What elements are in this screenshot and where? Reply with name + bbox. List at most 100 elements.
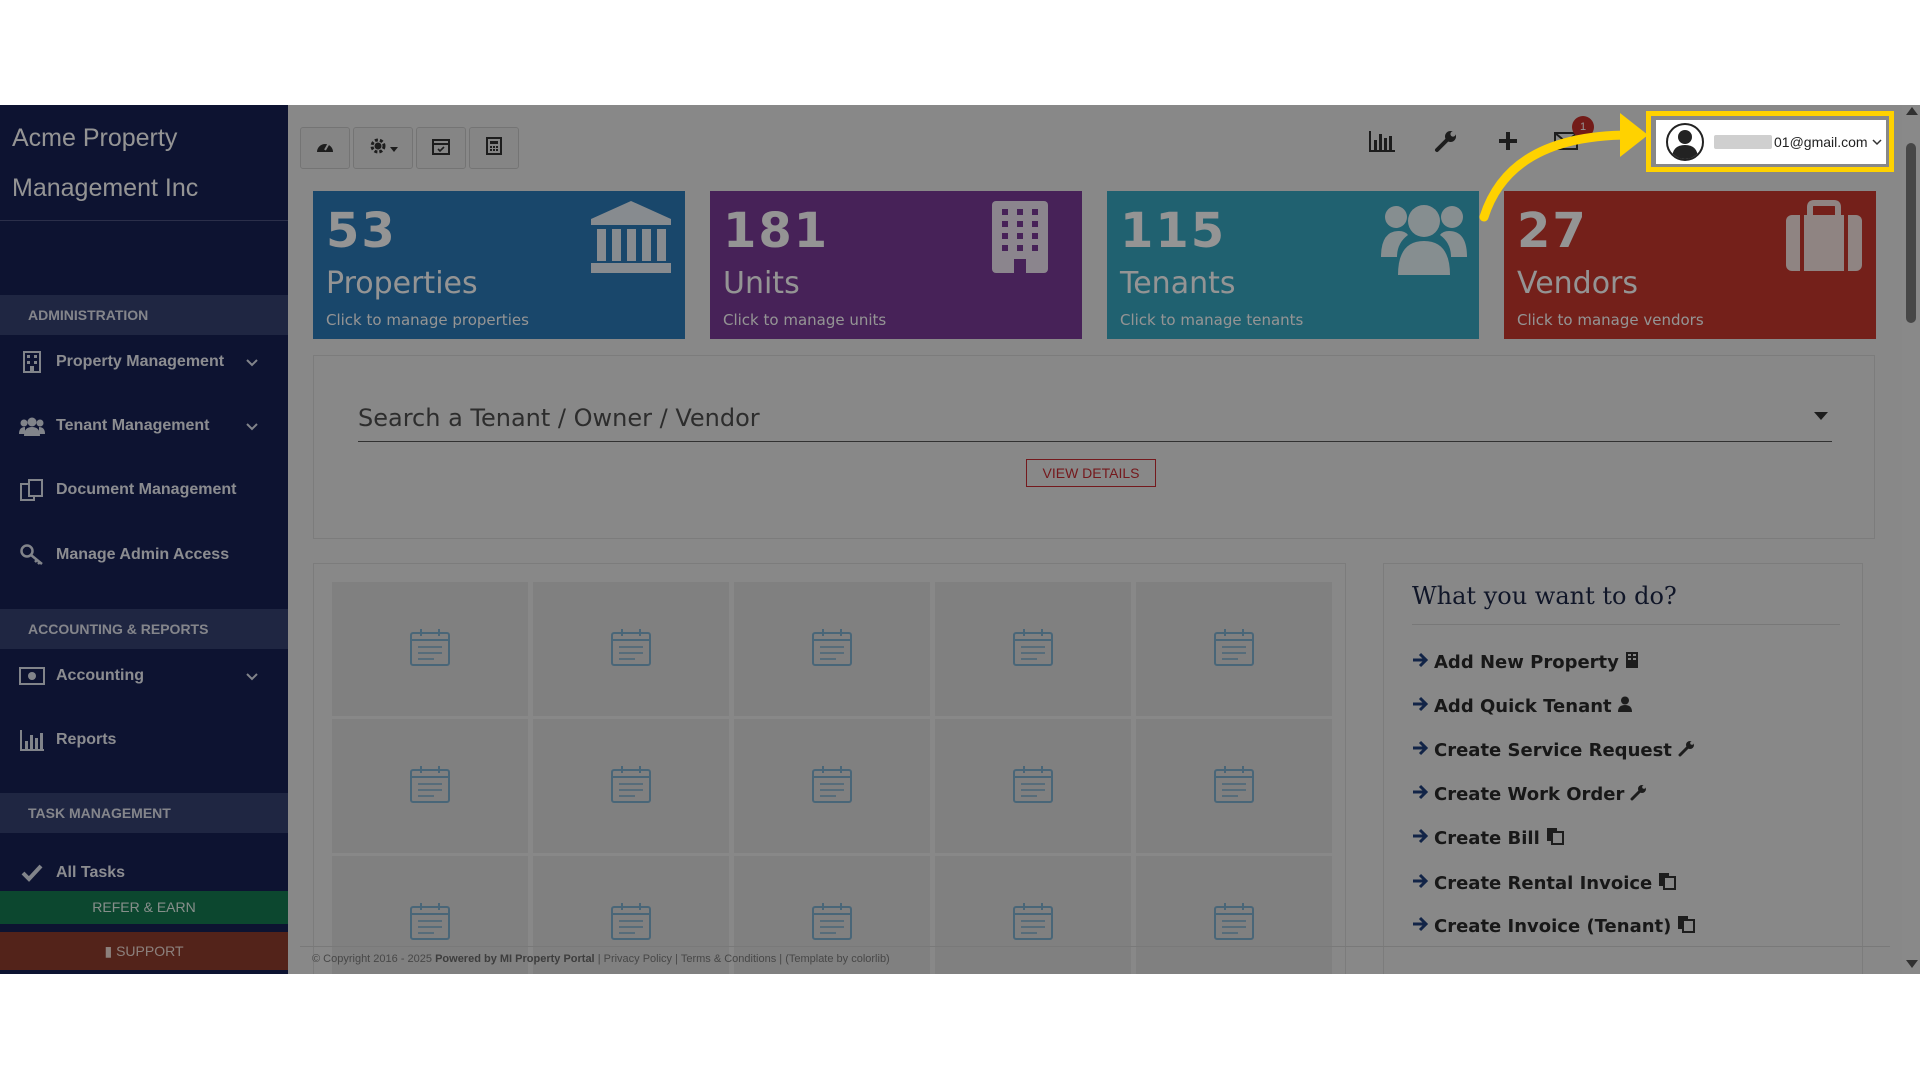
building-icon	[990, 199, 1050, 280]
scroll-thumb[interactable]	[1906, 143, 1916, 323]
check-icon	[18, 861, 46, 885]
calendar-cell[interactable]	[332, 582, 528, 716]
card-count: 115	[1120, 203, 1227, 259]
quick-action-label: Add Quick Tenant	[1434, 695, 1612, 717]
user-icon	[1617, 696, 1632, 717]
caret-down-icon	[389, 139, 398, 157]
calendar-cell[interactable]	[734, 582, 930, 716]
calendar-cell[interactable]	[935, 582, 1131, 716]
calendar-cell[interactable]	[1136, 719, 1332, 853]
calendar-icon	[1213, 764, 1255, 809]
avatar	[1666, 123, 1704, 161]
search-field[interactable]	[358, 396, 1832, 442]
quick-action-item[interactable]: Add Quick Tenant	[1412, 692, 1632, 720]
user-account-menu[interactable]: 01@gmail.com	[1656, 120, 1886, 164]
calendar-icon	[811, 901, 853, 946]
sidebar-item-label: Manage Admin Access	[56, 546, 230, 563]
sidebar-item-label: Reports	[56, 731, 117, 748]
card-count: 53	[326, 203, 397, 259]
sidebar-item-tenant-management[interactable]: Tenant Management	[0, 401, 288, 451]
card-label: Tenants	[1120, 266, 1236, 301]
calendar-icon	[610, 764, 652, 809]
calendar-icon	[409, 764, 451, 809]
sidebar-item-label: Property Management	[56, 353, 225, 370]
arrow-right-icon	[1412, 784, 1429, 805]
sidebar-item-manage-admin-access[interactable]: Manage Admin Access	[0, 530, 288, 580]
sidebar-item-property-management[interactable]: Property Management	[0, 337, 288, 387]
calculator-button[interactable]	[469, 127, 519, 169]
users-icon	[18, 414, 46, 438]
card-units[interactable]: 181 Units Click to manage units	[710, 191, 1082, 339]
brand-title[interactable]: Acme Property Management Inc	[0, 105, 288, 221]
calendar-grid-panel	[313, 563, 1346, 974]
bar-chart-icon	[1368, 130, 1396, 157]
quick-action-item[interactable]: Add New Property	[1412, 648, 1639, 676]
wrench-icon	[1630, 783, 1648, 806]
calendar-button[interactable]	[416, 127, 466, 169]
sidebar: Acme Property Management Inc ADMINISTRAT…	[0, 105, 288, 974]
key-icon	[18, 543, 46, 567]
card-label: Properties	[326, 266, 478, 301]
sidebar-item-accounting[interactable]: Accounting	[0, 651, 288, 701]
copy-icon	[1677, 915, 1696, 938]
sidebar-item-reports[interactable]: Reports	[0, 715, 288, 765]
arrow-right-icon	[1412, 828, 1429, 849]
quick-actions-title: What you want to do?	[1412, 582, 1677, 610]
search-panel: VIEW DETAILS	[313, 355, 1875, 539]
footer-powered[interactable]: Powered by MI Property Portal	[435, 953, 595, 965]
user-email: 01@gmail.com	[1774, 134, 1868, 150]
money-icon	[18, 664, 46, 688]
calendar-cell[interactable]	[734, 719, 930, 853]
calculator-icon	[486, 136, 502, 160]
dashboard-button[interactable]	[300, 127, 350, 169]
card-vendors[interactable]: 27 Vendors Click to manage vendors	[1504, 191, 1876, 339]
caret-down-icon[interactable]	[1814, 412, 1828, 420]
scroll-down-arrow[interactable]	[1906, 960, 1918, 968]
footer-template: (Template by colorlib)	[785, 953, 890, 965]
sidebar-item-document-management[interactable]: Document Management	[0, 465, 288, 515]
calendar-cell[interactable]	[533, 582, 729, 716]
redacted-username	[1714, 135, 1772, 149]
footer: © Copyright 2016 - 2025 Powered by MI Pr…	[300, 946, 1890, 974]
calendar-icon	[1213, 901, 1255, 946]
card-count: 27	[1517, 203, 1588, 259]
quick-action-item[interactable]: Create Bill	[1412, 824, 1564, 852]
quick-action-label: Create Service Request	[1434, 739, 1672, 761]
settings-dropdown-button[interactable]	[353, 127, 413, 169]
card-tenants[interactable]: 115 Tenants Click to manage tenants	[1107, 191, 1479, 339]
quick-action-item[interactable]: Create Rental Invoice	[1412, 869, 1677, 897]
tools-button[interactable]	[1426, 123, 1466, 163]
scroll-up-arrow[interactable]	[1906, 107, 1918, 115]
app-window: Acme Property Management Inc ADMINISTRAT…	[0, 105, 1920, 974]
calendar-cell[interactable]	[533, 719, 729, 853]
calendar-icon	[409, 627, 451, 672]
calendar-cell[interactable]	[1136, 582, 1332, 716]
calendar-icon	[1012, 627, 1054, 672]
sidebar-item-label: Accounting	[56, 667, 144, 684]
quick-action-item[interactable]: Create Service Request	[1412, 736, 1696, 764]
calendar-icon	[610, 627, 652, 672]
quick-action-label: Add New Property	[1434, 651, 1619, 673]
arrow-right-icon	[1412, 916, 1429, 937]
gear-icon	[369, 137, 387, 160]
quick-action-item[interactable]: Create Work Order	[1412, 780, 1648, 808]
card-count: 181	[723, 203, 830, 259]
scrollbar[interactable]	[1902, 105, 1920, 974]
quick-action-label: Create Bill	[1434, 827, 1540, 849]
quick-action-item[interactable]: Create Invoice (Tenant)	[1412, 912, 1696, 940]
users-icon	[1381, 199, 1467, 280]
search-input[interactable]	[358, 396, 1788, 440]
calendar-cell[interactable]	[935, 719, 1131, 853]
calendar-cell[interactable]	[332, 719, 528, 853]
refer-earn-button[interactable]: REFER & EARN	[0, 891, 288, 924]
reports-chart-button[interactable]	[1362, 123, 1402, 163]
support-button[interactable]: ▮ SUPPORT	[0, 932, 288, 970]
footer-links[interactable]: | Privacy Policy | Terms & Conditions |	[598, 953, 782, 965]
wrench-icon	[1678, 739, 1696, 762]
card-properties[interactable]: 53 Properties Click to manage properties	[313, 191, 685, 339]
card-subtitle: Click to manage units	[723, 311, 887, 329]
view-details-button[interactable]: VIEW DETAILS	[1026, 459, 1156, 487]
calendar-icon	[1213, 627, 1255, 672]
add-new-button[interactable]	[1488, 123, 1528, 163]
arrow-right-icon	[1412, 652, 1429, 673]
